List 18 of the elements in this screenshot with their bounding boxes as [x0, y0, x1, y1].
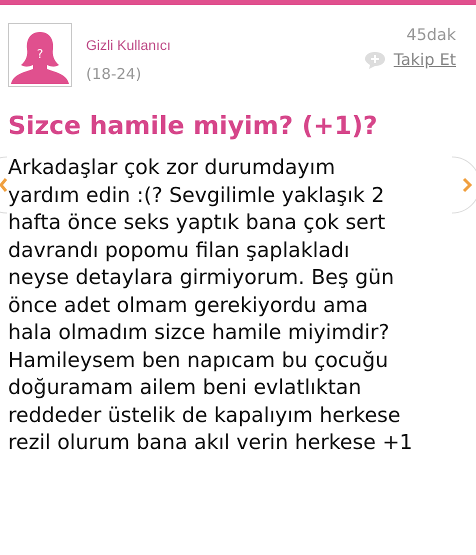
- question-text-line: reddeder üstelik de kapalıyım herkese: [8, 402, 402, 428]
- question-title: Sizce hamile miyim? (+1)?: [8, 111, 378, 140]
- follow-link[interactable]: Takip Et: [394, 50, 456, 69]
- question-text-line: hala olmadım sizce hamile miyimdir?: [8, 319, 390, 346]
- question-text-line: önce adet olmam gerekiyordu ama: [8, 292, 370, 318]
- post-time: 45dak: [406, 25, 456, 44]
- question-text-line: davrandı popomu filan şaplakladı: [8, 236, 351, 264]
- question-text-line: Arkadaşlar çok zor durumdayım: [8, 154, 336, 181]
- question-text-line: rezil olurum bana akıl verin herkese +1: [8, 429, 414, 456]
- user-name: Gizli Kullanıcı: [86, 37, 172, 53]
- question-text-line: yardım edin :(? Sevgilimle yaklaşık 2: [8, 182, 386, 208]
- user-age: (18-24): [86, 65, 142, 83]
- question-text-line: doğuramam ailem beni evlatlıktan: [8, 374, 362, 401]
- question-text-line: hafta önce seks yaptık bana çok sert: [8, 209, 386, 236]
- question-text-line: Hamileysem ben napıcam bu çocuğu: [8, 346, 390, 374]
- comment-icon: [364, 50, 386, 68]
- question-text-line: neyse detaylara girmiyorum. Beş gün: [8, 264, 396, 291]
- avatar-icon: ?: [8, 23, 72, 87]
